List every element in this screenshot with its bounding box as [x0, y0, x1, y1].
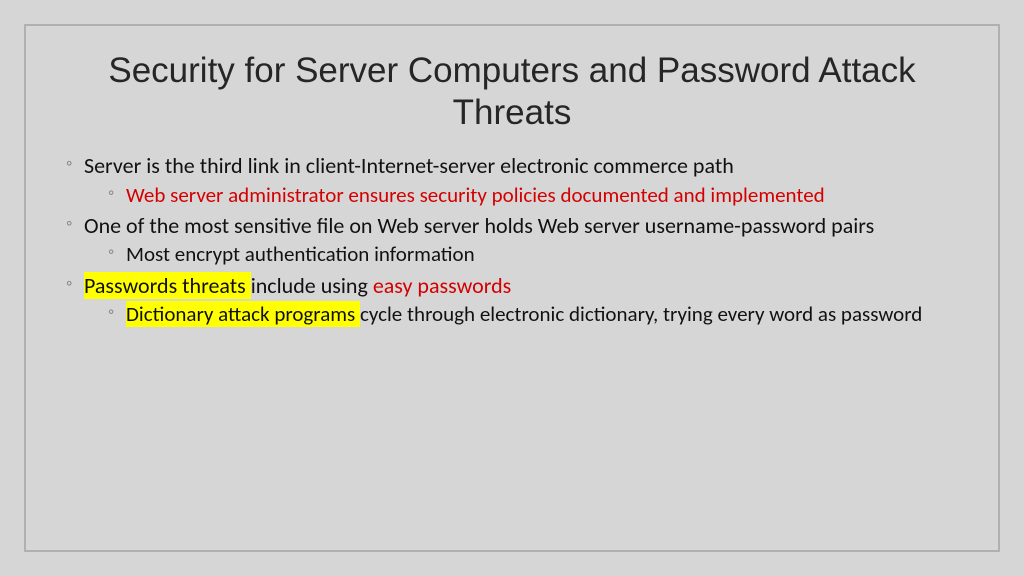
slide-title: Security for Server Computers and Passwo…: [62, 50, 962, 134]
list-item: Most encrypt authentication information: [108, 241, 962, 267]
bullet-text-highlight: Dictionary attack programs: [126, 301, 360, 327]
bullet-text-highlight: Passwords threats: [84, 272, 251, 299]
list-item: Server is the third link in client-Inter…: [66, 152, 962, 208]
bullet-text: Most encrypt authentication information: [126, 241, 475, 267]
sub-list: Most encrypt authentication information: [84, 241, 962, 267]
slide-frame: Security for Server Computers and Passwo…: [24, 24, 1000, 552]
bullet-text: Server is the third link in client-Inter…: [84, 152, 734, 179]
bullet-text: cycle through electronic dictionary, try…: [360, 301, 922, 327]
list-item: One of the most sensitive file on Web se…: [66, 212, 962, 268]
bullet-text: include using: [251, 272, 373, 299]
sub-list: Web server administrator ensures securit…: [84, 182, 962, 208]
list-item: Web server administrator ensures securit…: [108, 182, 962, 208]
sub-list: Dictionary attack programs cycle through…: [84, 301, 962, 327]
bullet-text-red: Web server administrator ensures securit…: [126, 182, 825, 208]
bullet-list: Server is the third link in client-Inter…: [62, 152, 962, 327]
bullet-text-red: easy passwords: [373, 272, 511, 299]
list-item: Passwords threats include using easy pas…: [66, 272, 962, 328]
list-item: Dictionary attack programs cycle through…: [108, 301, 962, 327]
bullet-text: One of the most sensitive file on Web se…: [84, 212, 874, 239]
